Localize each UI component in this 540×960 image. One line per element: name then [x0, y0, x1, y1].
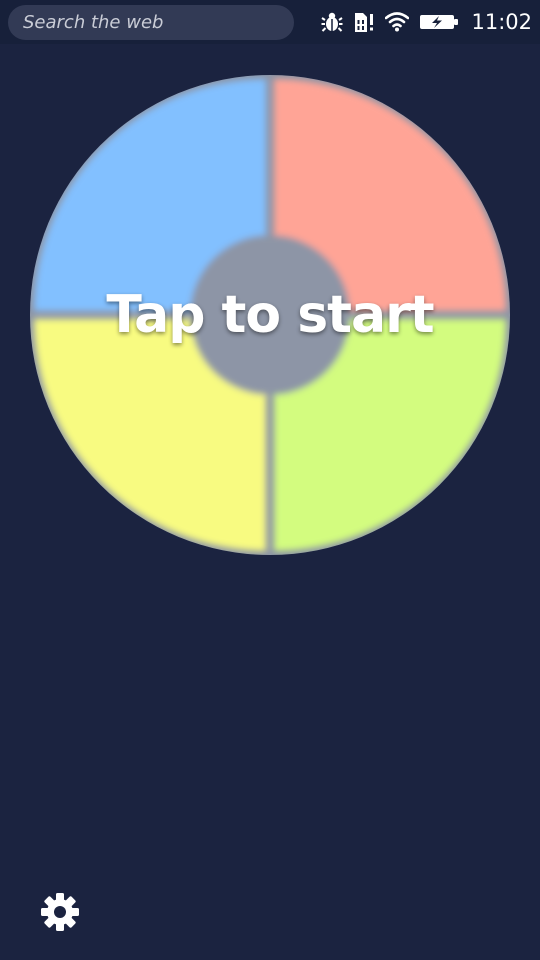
settings-button[interactable]	[38, 890, 82, 934]
battery-charging-icon	[419, 12, 459, 32]
status-icons: 11:02	[321, 0, 532, 44]
clock: 11:02	[471, 10, 532, 34]
gear-icon	[41, 893, 79, 931]
sim-card-alert-icon	[353, 10, 375, 34]
bug-icon	[321, 11, 344, 33]
game-board: Tap to start	[30, 75, 510, 555]
start-button[interactable]: Tap to start	[30, 75, 510, 555]
wifi-icon	[385, 12, 410, 32]
search-input[interactable]: Search the web	[8, 5, 294, 40]
status-bar: Search the web 11:02	[0, 0, 540, 44]
